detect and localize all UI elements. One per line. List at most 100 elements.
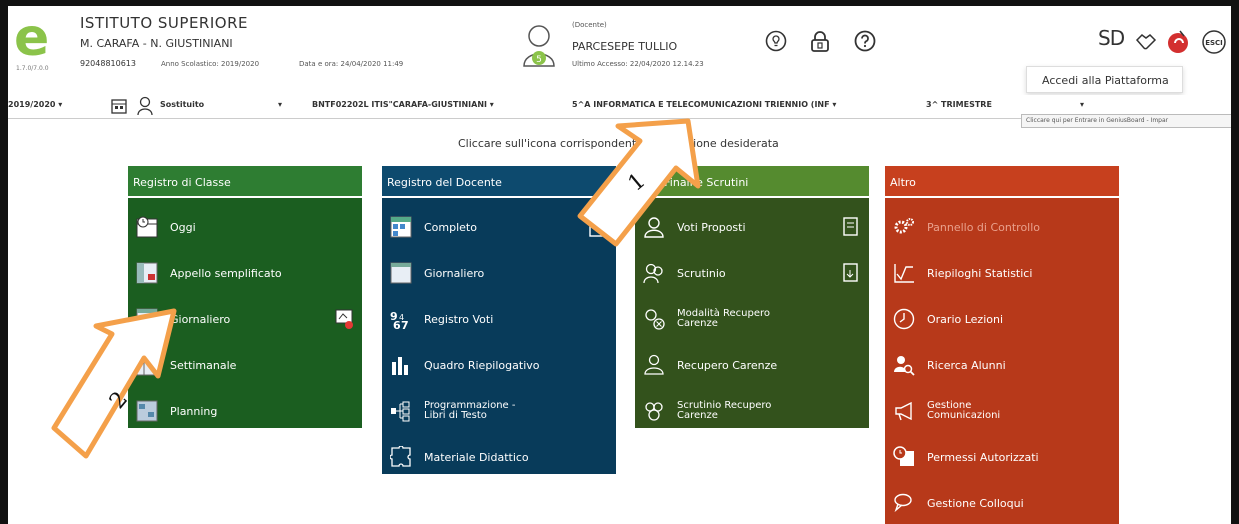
grid-register-icon xyxy=(390,216,412,238)
substitute-select[interactable]: Sostituito xyxy=(160,100,204,109)
menu-label: Ricerca Alunni xyxy=(927,358,1006,372)
attendance-icon xyxy=(136,262,158,284)
clock-icon xyxy=(893,308,915,330)
panel-body: Pannello di Controllo Riepiloghi Statist… xyxy=(885,198,1119,524)
school-year: Anno Scolastico: 2019/2020 xyxy=(161,60,260,68)
menu-permessi-autorizzati[interactable]: Permessi Autorizzati xyxy=(885,434,1119,480)
genius-board-tooltip: Cliccare qui per Entrare in GeniusBoard … xyxy=(1021,114,1231,128)
menu-pannello-controllo[interactable]: Pannello di Controllo xyxy=(885,204,1119,250)
menu-scrutinio[interactable]: Scrutinio xyxy=(635,250,869,296)
user-role: (Docente) xyxy=(572,21,607,29)
menu-orario-lezioni[interactable]: Orario Lezioni xyxy=(885,296,1119,342)
class-select-value: 5^A INFORMATICA E TELECOMUNICAZIONI TRIE… xyxy=(572,100,830,109)
app-window: e 1.7.0/7.0.0 ISTITUTO SUPERIORE M. CARA… xyxy=(0,0,1239,524)
menu-label: Quadro Riepilogativo xyxy=(424,358,540,372)
menu-scrutinio-recupero-carenze[interactable]: Scrutinio Recupero Carenze xyxy=(635,388,869,434)
exit-icon[interactable]: ESCI xyxy=(1202,30,1226,54)
genius-board-icon[interactable] xyxy=(1166,30,1190,54)
menu-programmazione[interactable]: Programmazione - Libri di Testo xyxy=(382,388,616,434)
megaphone-icon xyxy=(895,401,912,421)
menu-quadro-riepilogativo[interactable]: Quadro Riepilogativo xyxy=(382,342,616,388)
substitute-user-icon xyxy=(137,96,153,116)
users-group-icon xyxy=(645,402,663,421)
whiteboard-icon[interactable] xyxy=(334,308,354,330)
menu-label: Registro Voti xyxy=(424,312,494,326)
menu-label: Oggi xyxy=(170,220,196,234)
period-select-value: 3^ TRIMESTRE xyxy=(926,100,992,109)
handshake-icon[interactable] xyxy=(1134,30,1158,54)
users-outline-icon xyxy=(643,263,663,284)
class-select[interactable]: 5^A INFORMATICA E TELECOMUNICAZIONI TRIE… xyxy=(572,100,904,109)
menu-label: Completo xyxy=(424,220,477,234)
menu-riepiloghi-statistici[interactable]: Riepiloghi Statistici xyxy=(885,250,1119,296)
menu-label: Gestione Comunicazioni xyxy=(927,400,1001,421)
year-select[interactable]: 2019/2020 ▾ xyxy=(8,100,62,109)
year-select-value: 2019/2020 xyxy=(8,100,56,109)
menu-oggi[interactable]: Oggi xyxy=(128,204,362,250)
menu-label: Pannello di Controllo xyxy=(927,220,1041,234)
menu-label: Permessi Autorizzati xyxy=(927,450,1039,464)
user-cancel-icon xyxy=(645,309,665,330)
substitute-select-value: Sostituito xyxy=(160,100,205,109)
platform-access-menu-item[interactable]: Accedi alla Piattaforma xyxy=(1026,66,1183,93)
menu-registro-voti[interactable]: 9467 Registro Voti xyxy=(382,296,616,342)
annotation-arrow-2 xyxy=(51,308,177,459)
calendar-clock-icon xyxy=(136,216,158,238)
lock-icon[interactable] xyxy=(809,30,831,52)
menu-label: Gestione Colloqui xyxy=(927,496,1024,510)
school-subtitle: M. CARAFA - N. GIUSTINIANI xyxy=(80,37,233,50)
altro-panel: Altro Pannello di Controllo Riepiloghi S… xyxy=(885,166,1119,524)
brand-logo[interactable]: SD xyxy=(1098,26,1125,50)
school-select[interactable]: BNTF02202L ITIS"CARAFA-GIUSTINIANI ▾ xyxy=(312,100,494,109)
menu-label: Materiale Didattico xyxy=(424,450,529,464)
user-avatar-icon[interactable]: 5 xyxy=(522,24,556,68)
chat-icon xyxy=(894,493,912,513)
menu-label: Appello semplificato xyxy=(170,266,282,280)
menu-label: Modalità Recupero Carenze xyxy=(677,308,771,329)
hierarchy-icon xyxy=(391,401,410,422)
menu-label: Giornaliero xyxy=(424,266,485,280)
school-name: ISTITUTO SUPERIORE xyxy=(80,14,248,32)
svg-text:7: 7 xyxy=(401,319,409,330)
substitute-select-arrow[interactable]: ▾ xyxy=(278,100,282,109)
menu-gestione-colloqui[interactable]: Gestione Colloqui xyxy=(885,480,1119,524)
svg-text:6: 6 xyxy=(393,319,401,330)
current-datetime: Data e ora: 24/04/2020 11:49 xyxy=(299,60,404,68)
menu-label: Orario Lezioni xyxy=(927,312,1004,326)
menu-ricerca-alunni[interactable]: Ricerca Alunni xyxy=(885,342,1119,388)
user-refresh-icon xyxy=(644,354,664,375)
user-search-icon xyxy=(894,356,915,376)
panel-title: Registro di Classe xyxy=(128,166,362,198)
menu-modalita-recupero-carenze[interactable]: Modalità Recupero Carenze xyxy=(635,296,869,342)
menu-label: Recupero Carenze xyxy=(677,358,778,372)
lightbulb-icon[interactable] xyxy=(765,30,787,52)
exit-label: ESCI xyxy=(1205,39,1223,47)
permission-calendar-icon xyxy=(893,446,914,466)
line-chart-icon xyxy=(894,264,914,283)
daily-register-icon xyxy=(390,262,412,284)
menu-appello-semplificato[interactable]: Appello semplificato xyxy=(128,250,362,296)
document-icon[interactable] xyxy=(841,216,861,238)
period-select[interactable]: 3^ TRIMESTRE xyxy=(926,100,992,109)
menu-materiale-didattico[interactable]: Materiale Didattico xyxy=(382,434,616,480)
menu-recupero-carenze[interactable]: Recupero Carenze xyxy=(635,342,869,388)
school-code: 92048810613 xyxy=(80,59,136,68)
grades-icon: 9 46 7 xyxy=(390,310,409,330)
avatar-badge: 5 xyxy=(536,55,542,65)
bar-chart-icon xyxy=(392,357,408,375)
user-name: PARCESEPE TULLIO xyxy=(572,40,678,53)
menu-giornaliero-docente[interactable]: Giornaliero xyxy=(382,250,616,296)
calendar-icon[interactable] xyxy=(110,97,128,115)
menu-label: Scrutinio xyxy=(677,266,726,280)
period-select-arrow[interactable]: ▾ xyxy=(1080,100,1084,109)
menu-label: Programmazione - Libri di Testo xyxy=(424,400,516,421)
menu-label: Scrutinio Recupero Carenze xyxy=(677,400,772,421)
document-download-icon[interactable] xyxy=(841,262,861,284)
panel-title: Altro xyxy=(885,166,1119,198)
menu-label: Riepiloghi Statistici xyxy=(927,266,1033,280)
gears-icon xyxy=(894,218,914,234)
version-label: 1.7.0/7.0.0 xyxy=(16,65,49,72)
menu-gestione-comunicazioni[interactable]: Gestione Comunicazioni xyxy=(885,388,1119,434)
help-icon[interactable] xyxy=(854,30,876,52)
school-select-value: BNTF02202L ITIS"CARAFA-GIUSTINIANI xyxy=(312,100,488,109)
